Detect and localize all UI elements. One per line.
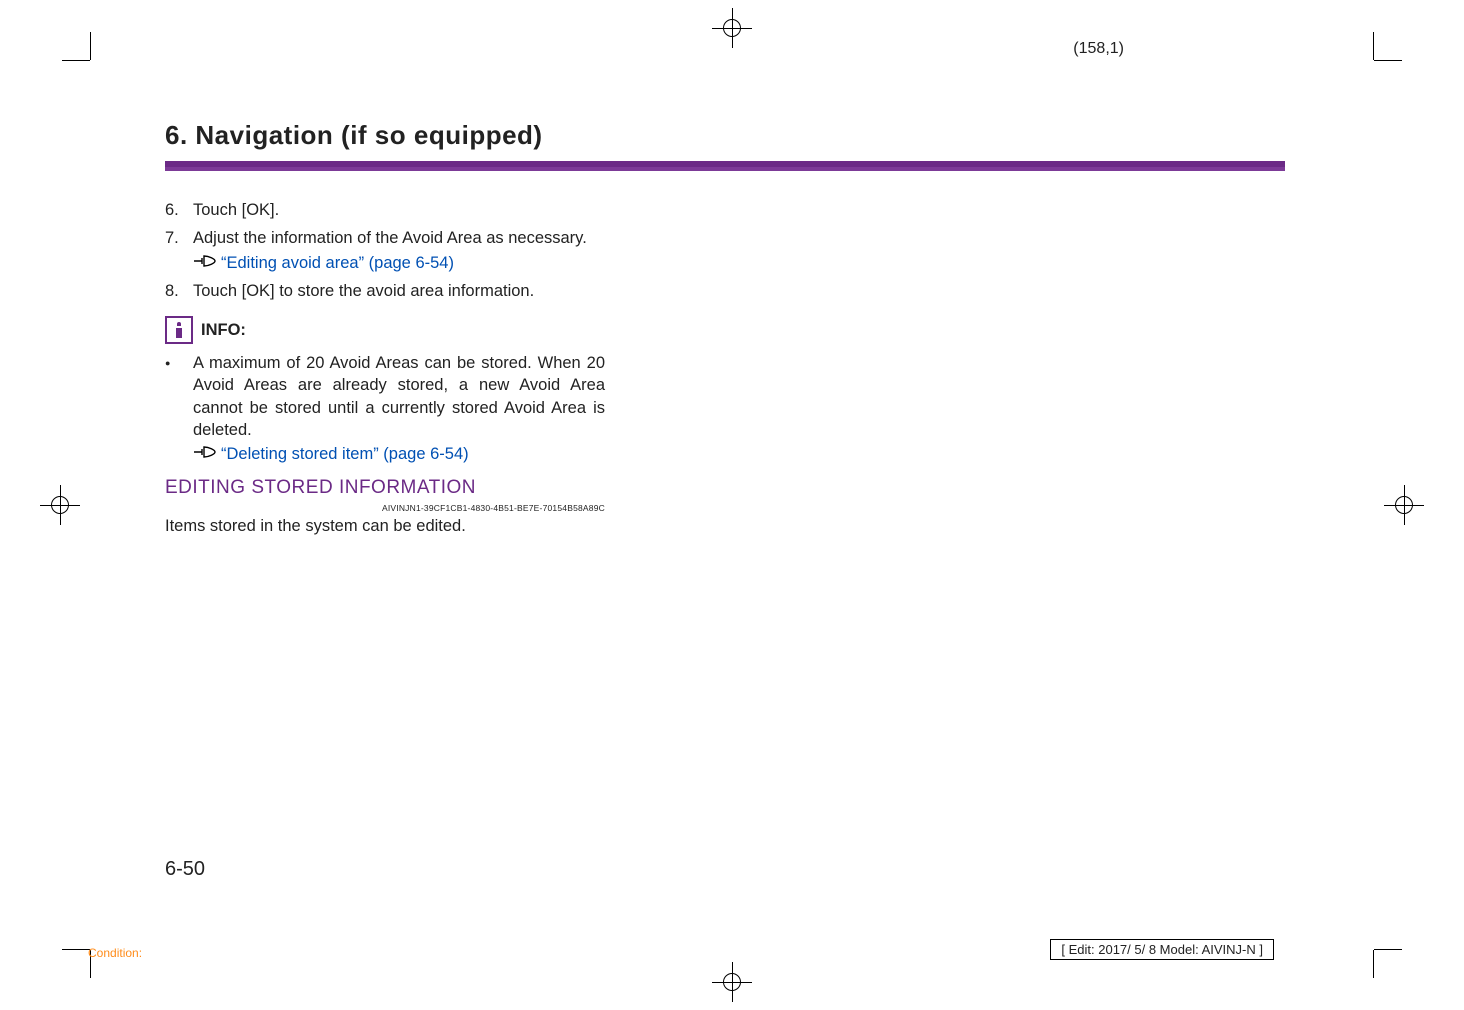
step-6: 6. Touch [OK]. xyxy=(165,199,605,221)
info-label: INFO: xyxy=(201,319,246,341)
bullet-text: A maximum of 20 Avoid Areas can be store… xyxy=(193,354,605,439)
register-mark-right xyxy=(1384,485,1424,525)
register-mark-bottom xyxy=(712,962,752,1002)
section-id: AIVINJN1-39CF1CB1-4830-4B51-BE7E-70154B5… xyxy=(165,503,605,514)
bullet-item: A maximum of 20 Avoid Areas can be store… xyxy=(165,352,605,465)
xref-link-editing-avoid-area[interactable]: “Editing avoid area” (page 6-54) xyxy=(221,252,454,274)
chapter-heading: 6. Navigation (if so equipped) xyxy=(165,120,1285,151)
edit-info-box: [ Edit: 2017/ 5/ 8 Model: AIVINJ-N ] xyxy=(1050,939,1274,960)
xref-link-deleting-stored-item[interactable]: “Deleting stored item” (page 6-54) xyxy=(221,443,469,465)
register-mark-left xyxy=(40,485,80,525)
info-bullets: A maximum of 20 Avoid Areas can be store… xyxy=(165,352,605,465)
crop-mark-bl xyxy=(90,910,130,950)
condition-label: Condition: xyxy=(88,946,142,960)
sheet-number: (158,1) xyxy=(1073,40,1124,58)
crop-mark-tr xyxy=(1334,60,1374,100)
section-paragraph: Items stored in the system can be edited… xyxy=(165,515,605,537)
page-number: 6-50 xyxy=(165,858,205,881)
heading-rule xyxy=(165,161,1285,171)
bullet-dot-icon xyxy=(165,352,193,465)
step-number: 6. xyxy=(165,199,193,221)
step-text: Adjust the information of the Avoid Area… xyxy=(193,229,587,247)
step-number: 7. xyxy=(165,227,193,274)
step-text: Touch [OK] to store the avoid area infor… xyxy=(193,280,605,302)
register-mark-top xyxy=(712,8,752,48)
crop-mark-tl xyxy=(90,60,130,100)
info-callout: INFO: xyxy=(165,316,605,344)
text-column: 6. Touch [OK]. 7. Adjust the information… xyxy=(165,199,605,537)
step-text: Touch [OK]. xyxy=(193,199,605,221)
step-7: 7. Adjust the information of the Avoid A… xyxy=(165,227,605,274)
section-heading: EDITING STORED INFORMATION xyxy=(165,475,605,501)
crop-mark-br xyxy=(1334,910,1374,950)
step-8: 8. Touch [OK] to store the avoid area in… xyxy=(165,280,605,302)
xref-hand-icon xyxy=(193,252,221,274)
step-number: 8. xyxy=(165,280,193,302)
info-icon xyxy=(165,316,193,344)
xref-hand-icon xyxy=(193,443,221,465)
numbered-steps: 6. Touch [OK]. 7. Adjust the information… xyxy=(165,199,605,302)
page-content: 6. Navigation (if so equipped) 6. Touch … xyxy=(165,120,1285,537)
